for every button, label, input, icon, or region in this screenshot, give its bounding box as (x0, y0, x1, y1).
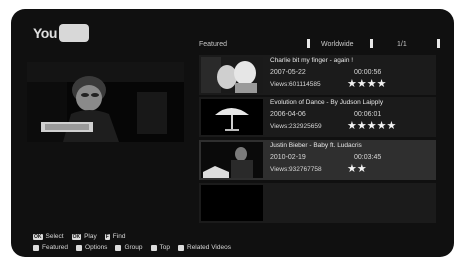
video-thumbnail (201, 142, 263, 178)
tv-screen: You Featured Worldwide 1/1 Charlie bit m… (11, 9, 454, 257)
logo-badge (58, 24, 89, 42)
color-key-icon (115, 244, 122, 251)
legend-find: F Find (104, 233, 126, 240)
video-duration: 00:06:01 (354, 111, 382, 118)
video-views: Views:932767758 (270, 166, 322, 173)
video-duration: 00:03:45 (354, 154, 382, 161)
video-title: Justin Bieber - Baby ft. Ludacris (270, 142, 362, 149)
video-title: Evolution of Dance - By Judson Laipply (270, 99, 384, 106)
youtube-logo: You (33, 23, 89, 43)
legend-label: Select (45, 233, 64, 240)
rating-stars: ★★ (347, 163, 367, 175)
separator (370, 39, 373, 48)
legend-play: OK Play (71, 233, 97, 240)
rating-stars: ★★★★★ (347, 120, 397, 132)
video-views: Views:601114585 (270, 81, 321, 88)
video-thumbnail-empty (201, 185, 263, 221)
legend-top: Top (150, 244, 170, 251)
video-row[interactable]: Evolution of Dance - By Judson Laipply 2… (199, 97, 436, 137)
video-row[interactable]: Charlie bit my finger - again ! 2007-05-… (199, 55, 436, 95)
separator (307, 39, 310, 48)
video-date: 2007-05-22 (270, 69, 306, 76)
logo-text: You (33, 25, 57, 41)
video-date: 2010-02-19 (270, 154, 306, 161)
legend-line-1: OK Select OK Play F Find (33, 231, 239, 242)
color-key-icon (33, 244, 39, 251)
ok-key-icon: OK (71, 233, 82, 240)
video-title: Charlie bit my finger - again ! (270, 57, 354, 64)
video-thumbnail (201, 57, 263, 93)
legend-label: Related Videos (187, 244, 231, 251)
legend-options: Options (76, 244, 107, 251)
video-views: Views:232925659 (270, 123, 322, 130)
video-row-empty[interactable] (199, 183, 436, 223)
video-row-selected[interactable]: Justin Bieber - Baby ft. Ludacris 2010-0… (199, 140, 436, 180)
color-key-icon (76, 244, 83, 251)
page-indicator: 1/1 (397, 41, 407, 48)
legend-label: Top (159, 244, 170, 251)
video-preview[interactable] (27, 62, 184, 142)
legend-featured: Featured (33, 244, 68, 251)
legend-label: Featured (42, 244, 69, 251)
legend-label: Play (84, 233, 97, 240)
video-thumbnail (201, 99, 263, 135)
button-legend: OK Select OK Play F Find Featured Option… (33, 231, 239, 253)
video-date: 2006-04-06 (270, 111, 306, 118)
legend-label: Group (124, 244, 143, 251)
rating-stars: ★★★★ (347, 78, 387, 90)
ok-key-icon: OK (33, 233, 43, 240)
legend-label: Find (112, 233, 126, 240)
video-duration: 00:00:56 (354, 69, 382, 76)
preview-image (27, 62, 184, 142)
separator (437, 39, 440, 48)
color-key-icon (178, 244, 184, 251)
list-header: Featured Worldwide 1/1 (199, 39, 443, 53)
legend-select: OK Select (33, 233, 64, 240)
color-key-icon (150, 244, 157, 251)
legend-group: Group (115, 244, 143, 251)
find-key-icon: F (104, 233, 110, 240)
region-label[interactable]: Worldwide (321, 41, 354, 48)
category-label[interactable]: Featured (199, 41, 227, 48)
legend-related: Related Videos (178, 244, 231, 251)
legend-line-2: Featured Options Group Top Related Video… (33, 242, 239, 253)
legend-label: Options (85, 244, 108, 251)
